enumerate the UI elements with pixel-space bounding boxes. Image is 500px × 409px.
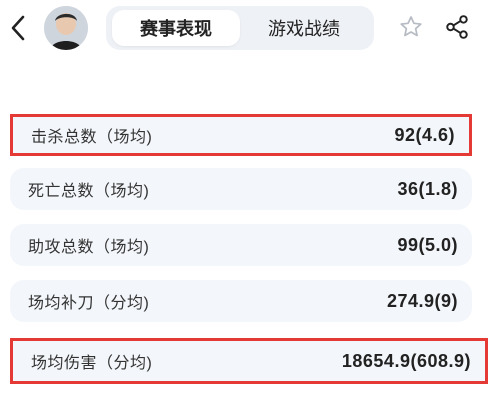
stat-label: 场均补刀（分均) — [28, 295, 150, 312]
tab-bar: 赛事表现 游戏战绩 — [106, 6, 374, 50]
stat-row-cs: 场均补刀（分均) 274.9(9) — [10, 280, 472, 322]
stat-value: 36(1.8) — [397, 178, 458, 199]
favorite-button[interactable] — [398, 14, 424, 40]
stat-row-deaths: 死亡总数（场均) 36(1.8) — [10, 168, 472, 210]
stat-label: 死亡总数（场均) — [28, 183, 150, 200]
stat-row-assists: 助攻总数（场均) 99(5.0) — [10, 224, 472, 266]
player-portrait — [44, 6, 88, 50]
stat-label: 击杀总数（场均) — [31, 129, 153, 146]
stat-value: 99(5.0) — [397, 234, 458, 255]
stat-row-damage: 场均伤害（分均) 18654.9(608.9) — [10, 338, 488, 384]
share-button[interactable] — [444, 14, 470, 40]
avatar[interactable] — [44, 6, 88, 50]
share-icon — [446, 15, 468, 39]
tab-game-record[interactable]: 游戏战绩 — [240, 10, 368, 46]
back-button[interactable] — [6, 13, 30, 43]
star-outline-icon — [400, 16, 422, 37]
chevron-left-icon — [11, 15, 25, 41]
stat-label: 场均伤害（分均) — [31, 355, 153, 372]
stat-row-kills: 击杀总数（场均) 92(4.6) — [10, 114, 472, 156]
stat-value: 274.9(9) — [386, 290, 458, 311]
tab-match-performance[interactable]: 赛事表现 — [112, 10, 240, 46]
top-bar: 赛事表现 游戏战绩 — [0, 0, 500, 60]
stat-value: 92(4.6) — [394, 124, 455, 145]
stat-value: 18654.9(608.9) — [341, 350, 471, 371]
stat-label: 助攻总数（场均) — [28, 239, 150, 256]
